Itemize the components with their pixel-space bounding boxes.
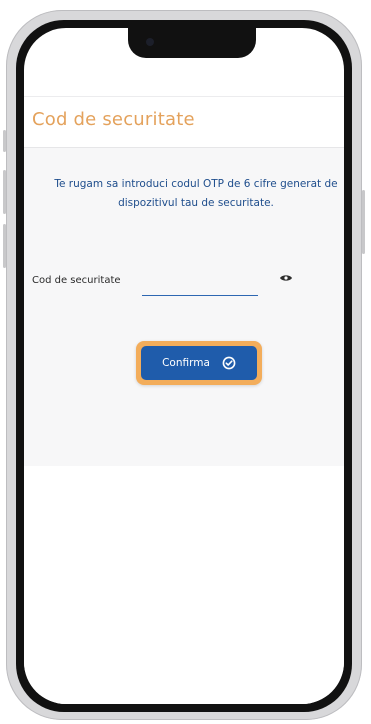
phone-screen: Cod de securitate Te rugam sa introduci … xyxy=(24,28,344,704)
otp-panel: Cod de securitate Te rugam sa introduci … xyxy=(24,96,344,467)
confirm-button-focus-ring: Confirma xyxy=(136,341,262,385)
phone-power-button xyxy=(362,190,365,254)
phone-volume-down-button xyxy=(3,224,6,268)
check-circle-icon xyxy=(222,356,236,370)
eye-icon[interactable] xyxy=(279,273,293,283)
phone-frame: Cod de securitate Te rugam sa introduci … xyxy=(3,10,365,720)
panel-header: Cod de securitate xyxy=(24,97,344,148)
phone-bezel: Cod de securitate Te rugam sa introduci … xyxy=(16,20,352,712)
instruction-line-2: dispozitivul tau de securitate. xyxy=(118,197,274,209)
confirm-button[interactable]: Confirma xyxy=(141,346,257,380)
security-code-input[interactable] xyxy=(142,269,258,296)
empty-screen-area xyxy=(24,466,344,704)
security-code-label: Cod de securitate xyxy=(32,275,121,286)
page-title: Cod de securitate xyxy=(32,109,195,130)
front-camera xyxy=(146,38,154,46)
instruction-line-1: Te rugam sa introduci codul OTP de 6 cif… xyxy=(54,178,338,190)
confirm-button-label: Confirma xyxy=(162,357,210,369)
otp-instruction: Te rugam sa introduci codul OTP de 6 cif… xyxy=(46,175,344,213)
phone-notch xyxy=(128,28,256,58)
screenshot-stage: Cod de securitate Te rugam sa introduci … xyxy=(0,0,371,724)
phone-side-button xyxy=(3,130,6,152)
phone-volume-up-button xyxy=(3,170,6,214)
